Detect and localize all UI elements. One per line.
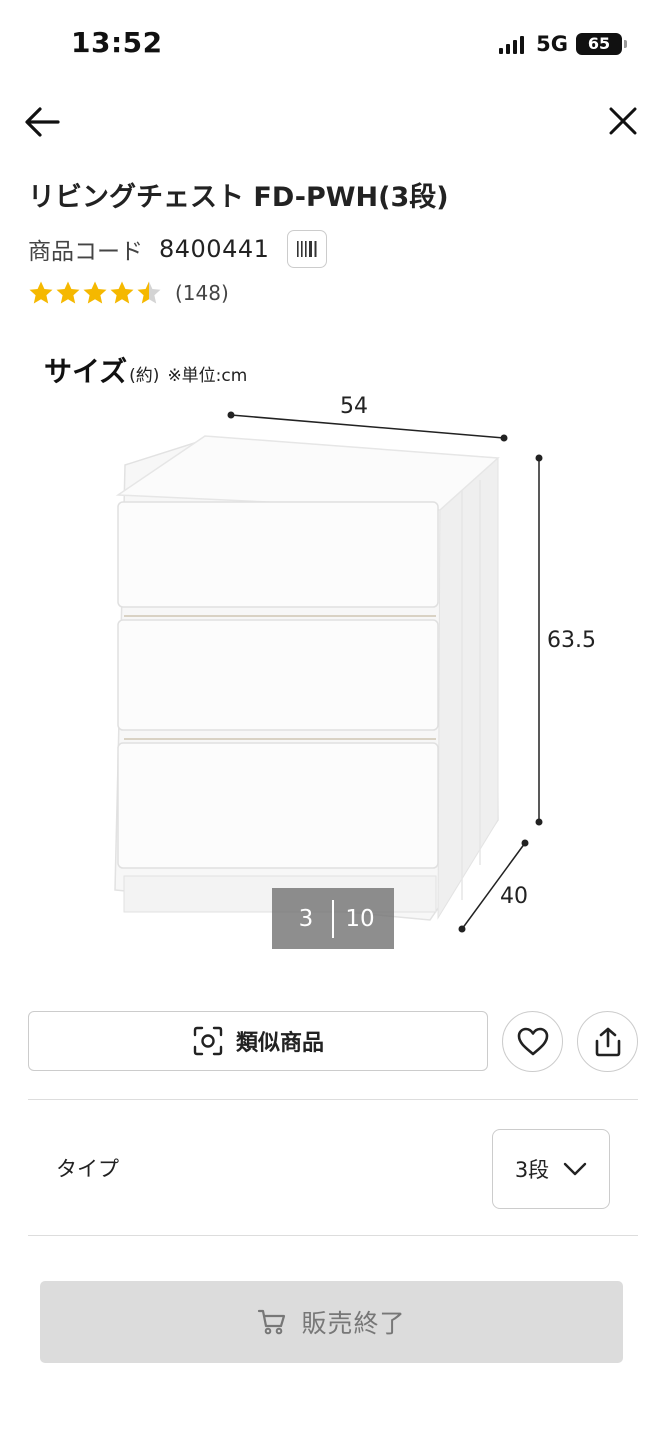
type-select[interactable]: 3段 [492, 1129, 610, 1209]
divider [28, 1099, 638, 1100]
width-dimension: 54 [340, 394, 368, 419]
rating-row[interactable]: (148) [28, 276, 229, 310]
share-button[interactable] [577, 1011, 638, 1072]
height-dimension: 63.5 [547, 628, 596, 653]
similar-products-button[interactable]: 類似商品 [28, 1011, 488, 1071]
heart-icon [517, 1027, 548, 1055]
depth-dimension: 40 [500, 884, 528, 909]
favorite-button[interactable] [502, 1011, 563, 1072]
type-label: タイプ [56, 1157, 119, 1181]
share-icon [595, 1027, 620, 1056]
size-approx: (約) [129, 366, 160, 386]
review-count: (148) [175, 281, 229, 305]
star-icon [83, 281, 107, 304]
product-title: リビングチェスト FD-PWH(3段) [28, 182, 449, 213]
star-icon [56, 281, 80, 304]
product-code-value: 8400441 [159, 235, 270, 263]
camera-scan-icon [193, 1026, 223, 1056]
rating-stars [28, 280, 163, 306]
star-icon [29, 281, 53, 304]
status-indicators: 5G 65 [499, 32, 627, 56]
pager-total: 10 [345, 905, 375, 932]
network-type: 5G [536, 32, 568, 56]
product-code-row: 商品コード 8400441 [28, 230, 328, 268]
battery-icon: 65 [576, 33, 627, 55]
product-code-label: 商品コード [28, 239, 143, 265]
divider [28, 1235, 638, 1236]
pager-current: 3 [298, 905, 314, 932]
image-pager: 3 10 [272, 888, 394, 949]
barcode-icon [297, 241, 317, 257]
size-heading: サイズ (約) ※単位:cm [44, 350, 247, 390]
product-image[interactable]: サイズ (約) ※単位:cm 54 63.5 40 3 10 [0, 330, 666, 970]
size-unit-note: ※単位:cm [167, 366, 248, 386]
star-icon [110, 281, 134, 304]
cart-icon [258, 1309, 286, 1335]
barcode-button[interactable] [287, 230, 328, 268]
status-bar: 13:52 5G 65 [0, 0, 666, 90]
type-value: 3段 [514, 1158, 550, 1182]
close-icon [609, 107, 637, 135]
back-button[interactable] [22, 102, 62, 142]
status-time: 13:52 [71, 26, 163, 59]
signal-icon [499, 34, 525, 54]
sold-out-button[interactable]: 販売終了 [40, 1281, 623, 1363]
chevron-down-icon [563, 1162, 587, 1176]
star-icon [137, 281, 161, 304]
sold-out-label: 販売終了 [301, 1309, 406, 1338]
close-button[interactable] [606, 104, 640, 138]
arrow-left-icon [25, 107, 60, 137]
similar-products-label: 類似商品 [235, 1031, 324, 1056]
size-title: サイズ [44, 355, 128, 388]
